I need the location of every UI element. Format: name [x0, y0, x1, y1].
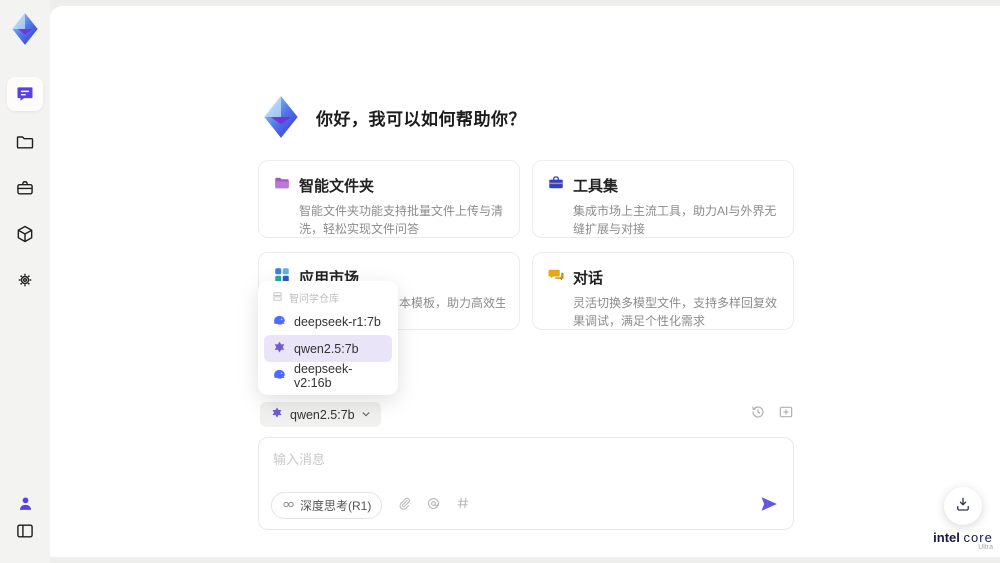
card-title: 对话 — [573, 270, 604, 287]
deepseek-icon — [272, 367, 287, 385]
intel-brand-text: intel — [933, 530, 960, 545]
card-toolkit[interactable]: 工具集 集成市场上主流工具，助力AI与外界无缝扩展与对接 — [532, 160, 794, 238]
conversation-icon — [547, 266, 565, 289]
history-icon[interactable] — [750, 404, 766, 420]
sidebar-item-chat[interactable] — [7, 77, 43, 111]
qwen-icon — [272, 340, 287, 358]
deepseek-icon — [272, 313, 287, 331]
sidebar-item-apps[interactable] — [7, 217, 43, 251]
message-composer[interactable]: 输入消息 深度思考(R1) — [258, 437, 794, 530]
model-option-deepseek-r1[interactable]: deepseek-r1:7b — [264, 308, 392, 335]
cube-icon — [15, 224, 35, 244]
intel-product-text: core — [963, 530, 993, 545]
model-option-label: deepseek-v2:16b — [294, 361, 353, 390]
card-smart-folder[interactable]: 智能文件夹 智能文件夹功能支持批量文件上传与清洗，轻松实现文件问答 — [258, 160, 520, 238]
deep-think-toggle[interactable]: 深度思考(R1) — [271, 492, 383, 519]
send-button[interactable] — [759, 494, 779, 519]
gear-icon — [15, 270, 35, 290]
model-dropdown: 智问学仓库 deepseek-r1:7b qwen2.5:7b deepseek… — [258, 281, 398, 395]
sidebar — [0, 0, 50, 563]
download-button[interactable] — [944, 487, 982, 525]
sidebar-item-toolkit[interactable] — [7, 171, 43, 205]
new-chat-window-icon[interactable] — [778, 404, 794, 420]
card-conversation[interactable]: 对话 灵活切换多模型文件，支持多样回复效果调试，满足个性化需求 — [532, 252, 794, 330]
greeting-text: 你好，我可以如何帮助你？ — [316, 109, 526, 129]
intel-core-badge: intel core Ultra — [923, 530, 1000, 551]
main-panel: 你好，我可以如何帮助你？ 智能文件夹 智能文件夹功能支持批量文件上传与清洗，轻松… — [50, 6, 1000, 557]
mention-icon[interactable] — [426, 496, 441, 516]
composer-placeholder: 输入消息 — [273, 452, 326, 467]
app-logo — [6, 10, 44, 48]
chat-bubble-icon — [15, 84, 35, 104]
briefcase-icon — [15, 178, 35, 198]
model-option-label: deepseek-r1:7b — [294, 314, 381, 329]
deep-think-icon — [282, 498, 295, 514]
deep-think-label: 深度思考(R1) — [300, 499, 372, 513]
card-desc: 集成市场上主流工具，助力AI与外界无缝扩展与对接 — [573, 204, 777, 236]
card-title: 工具集 — [573, 178, 619, 195]
model-option-label: qwen2.5:7b — [294, 341, 359, 356]
folder-icon — [15, 132, 35, 152]
toolkit-icon — [547, 174, 565, 197]
model-selector-button[interactable]: qwen2.5:7b — [260, 402, 381, 427]
repository-icon — [272, 291, 283, 305]
greeting: 你好，我可以如何帮助你？ — [256, 92, 526, 142]
sidebar-item-collapse-panel[interactable] — [7, 514, 43, 548]
attachment-icon[interactable] — [397, 496, 411, 515]
sidebar-item-settings[interactable] — [7, 263, 43, 297]
composer-toolbar: 深度思考(R1) — [271, 492, 470, 519]
grid-tag-icon[interactable] — [456, 496, 470, 515]
sidebar-item-folders[interactable] — [7, 125, 43, 159]
intel-variant-text: Ultra — [978, 544, 993, 551]
card-desc: 智能文件夹功能支持批量文件上传与清洗，轻松实现文件问答 — [299, 204, 504, 236]
download-icon — [954, 495, 972, 518]
card-desc-partial: 本模板，助力高效生成多 — [399, 296, 505, 310]
model-dropdown-header: 智问学仓库 — [264, 287, 392, 308]
assistant-logo-icon — [256, 92, 306, 142]
selected-model-label: qwen2.5:7b — [290, 407, 355, 422]
panel-layout-icon — [15, 521, 35, 541]
model-dropdown-header-label: 智问学仓库 — [289, 294, 339, 305]
smart-folder-icon — [273, 174, 291, 197]
card-title: 智能文件夹 — [299, 178, 375, 195]
model-option-deepseek-v2[interactable]: deepseek-v2:16b — [264, 361, 392, 390]
chat-actions — [750, 404, 794, 420]
chevron-down-icon — [361, 408, 371, 422]
qwen-icon — [270, 406, 284, 423]
card-desc: 灵活切换多模型文件，支持多样回复效果调试，满足个性化需求 — [573, 296, 778, 328]
model-option-qwen[interactable]: qwen2.5:7b — [264, 335, 392, 362]
user-icon — [16, 494, 35, 513]
